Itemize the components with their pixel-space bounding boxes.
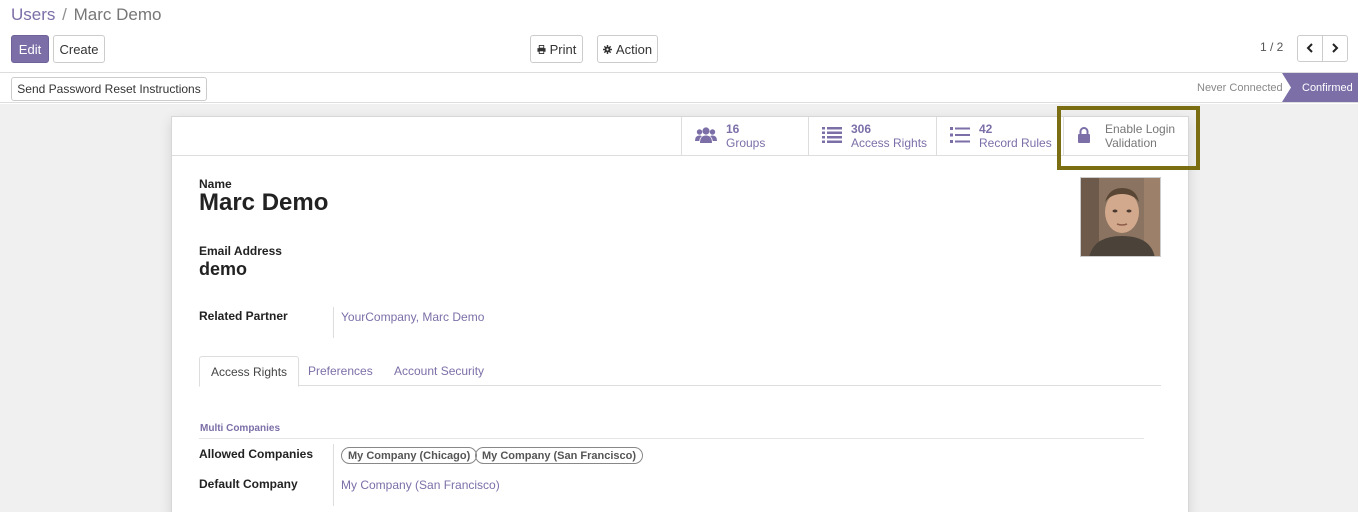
statusbar: Send Password Reset Instructions Never C… [0,73,1358,103]
control-panel: Users / Marc Demo Edit Create Print Acti… [0,0,1358,73]
status-stage-confirmed: Confirmed [1282,73,1358,102]
allowed-companies-label: Allowed Companies [199,447,314,461]
send-password-reset-button[interactable]: Send Password Reset Instructions [11,77,207,101]
chevron-left-icon [1306,41,1314,56]
name-value: Marc Demo [199,189,329,216]
print-button-label: Print [549,41,577,57]
tab-account-security[interactable]: Account Security [383,356,495,386]
related-partner-link[interactable]: YourCompany, Marc Demo [341,310,484,324]
lock-icon [1077,126,1091,146]
groups-label: Groups [726,136,766,150]
multi-companies-title: Multi Companies [200,423,281,434]
gear-icon [602,44,612,54]
notebook-tabs: Access Rights Preferences Account Securi… [199,356,1161,387]
field-divider [333,307,334,338]
breadcrumb-current: Marc Demo [73,5,162,24]
record-rules-count: 42 [979,122,993,136]
groups-count: 16 [726,122,740,136]
default-company-label: Default Company [199,477,298,491]
edit-button[interactable]: Edit [11,35,49,63]
smart-button-box: 16 Groups 306 Access Rights 42 Record Ru… [172,117,1188,156]
users-icon [695,126,717,147]
pager-counter[interactable]: 1 / 2 [1260,40,1283,54]
pager-next-button[interactable] [1322,35,1348,62]
login-validation-line1: Enable Login [1105,122,1176,136]
login-validation-line2: Validation [1105,136,1157,150]
related-partner-label: Related Partner [199,309,288,323]
record-rules-stat-button[interactable]: 42 Record Rules [936,117,1063,155]
chevron-right-icon [1331,41,1339,56]
email-label: Email Address [199,244,282,258]
status-stage-never-connected: Never Connected [1197,81,1283,94]
record-rules-label: Record Rules [979,136,1052,150]
list-icon [950,126,970,146]
company-tag-chicago[interactable]: My Company (Chicago) [341,447,478,464]
breadcrumb-users-link[interactable]: Users [11,5,55,24]
default-company-link[interactable]: My Company (San Francisco) [341,478,500,492]
access-rights-stat-button[interactable]: 306 Access Rights [808,117,936,155]
send-password-reset-label: Send Password Reset Instructions [17,82,201,96]
action-button-label: Action [615,41,653,57]
tab-access-rights[interactable]: Access Rights [199,356,300,387]
create-button-label: Create [59,41,99,57]
list-icon [822,126,842,146]
access-rights-label: Access Rights [851,136,928,150]
print-button[interactable]: Print [530,35,583,63]
form-sheet: 16 Groups 306 Access Rights 42 Record Ru… [171,116,1189,512]
groups-stat-button[interactable]: 16 Groups [681,117,808,155]
avatar[interactable] [1080,177,1161,257]
tab-preferences[interactable]: Preferences [297,356,384,386]
breadcrumb-separator: / [62,5,67,24]
action-button[interactable]: Action [597,35,658,63]
breadcrumb: Users / Marc Demo [11,5,161,25]
print-icon [537,44,546,54]
field-divider [333,444,334,506]
company-tag-san-francisco[interactable]: My Company (San Francisco) [475,447,644,464]
edit-button-label: Edit [18,41,42,57]
separator-line [199,438,1144,439]
enable-login-validation-button[interactable]: Enable Login Validation [1063,117,1190,155]
email-value: demo [199,259,248,279]
access-rights-count: 306 [851,122,872,136]
pager-previous-button[interactable] [1297,35,1323,62]
create-button[interactable]: Create [53,35,105,63]
